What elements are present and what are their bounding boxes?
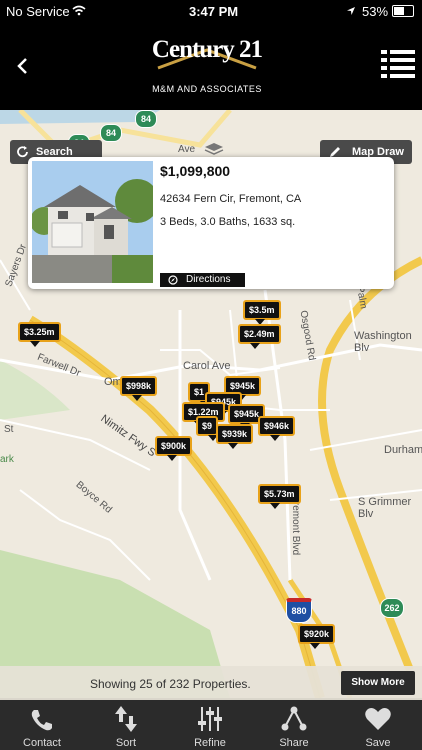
price-pin[interactable]: $900k <box>155 436 193 461</box>
phone-icon <box>31 710 52 731</box>
compass-icon <box>168 275 178 285</box>
listing-address: 42634 Fern Cir, Fremont, CA <box>160 193 302 205</box>
share-icon <box>281 706 307 731</box>
price-pin[interactable]: $920k <box>298 624 336 649</box>
location-arrow-icon <box>347 7 355 15</box>
street-label: S Grimmer Blv <box>358 496 412 520</box>
layers-icon[interactable] <box>204 142 224 158</box>
tab-refine[interactable]: Refine <box>168 700 252 750</box>
directions-label: Directions <box>186 274 231 285</box>
price-pin[interactable]: $9 <box>196 416 219 441</box>
tab-contact[interactable]: Contact <box>0 700 84 750</box>
highway-shield: 84 <box>100 124 122 142</box>
tab-sort[interactable]: Sort <box>84 700 168 750</box>
brand-name: Century 21 <box>151 36 263 63</box>
tab-label: Share <box>279 737 309 749</box>
listing-card[interactable]: $1,099,800 42634 Fern Cir, Fremont, CA 3… <box>28 157 394 289</box>
carrier-label: No Service <box>6 4 70 19</box>
price-pin[interactable]: $3.25m <box>18 322 61 347</box>
results-count: Showing 25 of 232 Properties. <box>90 677 251 691</box>
tab-label: Contact <box>23 737 61 749</box>
tab-save[interactable]: Save <box>336 700 420 750</box>
listing-price: $1,099,800 <box>160 163 231 179</box>
street-label: Carol Ave <box>183 360 231 372</box>
century21-logo: Century 21 M&M AND ASSOCIATES <box>148 34 266 102</box>
wifi-icon <box>72 5 86 16</box>
price-pin[interactable]: $946k <box>258 416 296 441</box>
refresh-icon <box>17 146 28 158</box>
battery-icon <box>392 5 414 17</box>
price-pin[interactable]: $2.49m <box>238 324 281 349</box>
interstate-shield: 880 <box>286 598 312 623</box>
park-label: ark <box>0 454 14 465</box>
app-header: Century 21 M&M AND ASSOCIATES <box>0 22 422 110</box>
directions-button[interactable]: Directions <box>160 273 245 287</box>
price-pin[interactable]: $3.5m <box>243 300 281 325</box>
menu-list-icon[interactable] <box>381 48 415 82</box>
street-label: Washington Blv <box>354 330 412 354</box>
street-label: St <box>4 424 14 435</box>
sort-arrows-icon <box>115 706 137 732</box>
street-label: Durham <box>384 444 422 456</box>
battery-percent: 53% <box>362 4 389 19</box>
heart-icon <box>365 708 391 730</box>
highway-shield: 262 <box>380 598 404 618</box>
bottom-tab-bar: Contact Sort Refine Share Save <box>0 700 422 750</box>
sliders-icon <box>198 707 222 731</box>
price-pin[interactable]: $998k <box>120 376 158 401</box>
listing-photo <box>32 161 153 283</box>
listing-details: 3 Beds, 3.0 Baths, 1633 sq. <box>160 216 296 228</box>
status-bar: No Service 3:47 PM 53% <box>0 0 422 22</box>
street-label: Fremont Blvd <box>290 495 302 556</box>
brand-subtitle: M&M AND ASSOCIATES <box>152 84 262 94</box>
tab-label: Refine <box>194 737 226 749</box>
clock: 3:47 PM <box>189 4 239 19</box>
tab-label: Sort <box>115 737 137 749</box>
highway-shield: 84 <box>135 110 157 128</box>
price-pin[interactable]: $939k <box>216 424 254 449</box>
tab-share[interactable]: Share <box>252 700 336 750</box>
tab-label: Save <box>365 737 391 749</box>
price-pin[interactable]: $5.73m <box>258 484 301 509</box>
results-bar: Showing 25 of 232 Properties. Show More <box>0 666 422 700</box>
back-chevron-icon[interactable] <box>14 56 32 76</box>
show-more-button[interactable]: Show More <box>341 671 415 695</box>
street-label: Ave <box>178 144 196 155</box>
